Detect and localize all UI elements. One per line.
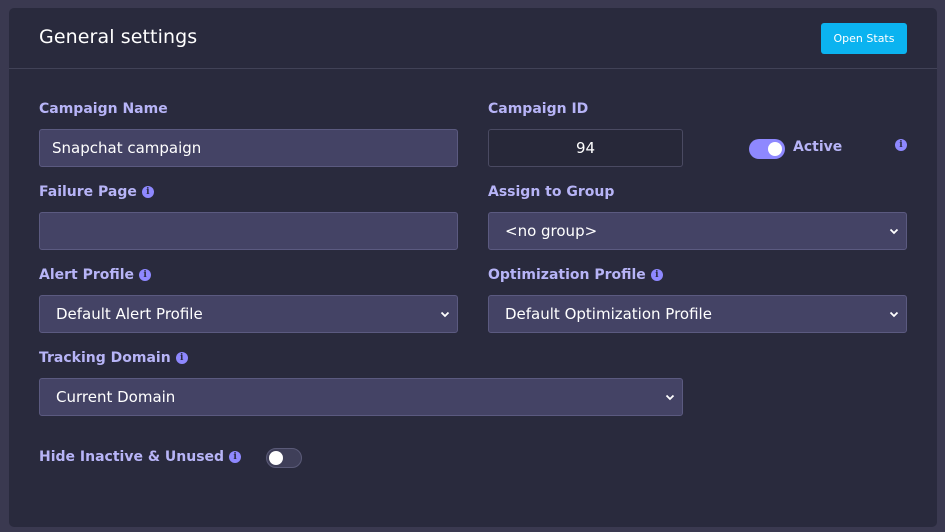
alert-profile-select[interactable]: Default Alert Profile xyxy=(39,295,458,333)
campaign-name-input[interactable]: Snapchat campaign xyxy=(39,129,458,167)
assign-group-value: <no group> xyxy=(505,222,598,240)
general-settings-panel: General settings Open Stats Campaign Nam… xyxy=(9,8,937,527)
optimization-profile-info-icon[interactable]: i xyxy=(650,269,663,281)
active-info-icon[interactable]: i xyxy=(895,139,907,151)
alert-profile-info-icon[interactable]: i xyxy=(139,269,152,281)
alert-profile-label-text: Alert Profile xyxy=(39,267,135,283)
optimization-profile-label-text: Optimization Profile xyxy=(488,267,646,283)
assign-group-select[interactable]: <no group> xyxy=(488,212,907,250)
panel-header: General settings Open Stats xyxy=(9,8,937,69)
tracking-domain-info-icon[interactable]: i xyxy=(175,352,188,364)
assign-group-label-text: Assign to Group xyxy=(488,184,615,200)
hide-inactive-info-icon[interactable]: i xyxy=(229,451,242,463)
hide-inactive-toggle-knob xyxy=(269,451,283,465)
tracking-domain-label: Tracking Domain i xyxy=(39,350,188,366)
failure-page-info-icon[interactable]: i xyxy=(141,186,154,198)
active-label: Active xyxy=(793,139,843,155)
hide-inactive-label: Hide Inactive & Unused i xyxy=(39,449,242,465)
failure-page-input[interactable] xyxy=(39,212,458,250)
tracking-domain-value: Current Domain xyxy=(56,388,176,406)
hide-inactive-toggle[interactable] xyxy=(266,448,302,468)
optimization-profile-select[interactable]: Default Optimization Profile xyxy=(488,295,907,333)
failure-page-label: Failure Page i xyxy=(39,184,154,200)
chevron-down-icon xyxy=(440,311,450,318)
campaign-name-label: Campaign Name xyxy=(39,101,168,117)
tracking-domain-select[interactable]: Current Domain xyxy=(39,378,683,416)
assign-group-label: Assign to Group xyxy=(488,184,614,200)
active-toggle-knob xyxy=(768,142,782,156)
optimization-profile-label: Optimization Profile i xyxy=(488,267,663,283)
chevron-down-icon xyxy=(889,228,899,235)
failure-page-label-text: Failure Page xyxy=(39,184,137,200)
campaign-name-value: Snapchat campaign xyxy=(52,139,202,157)
alert-profile-label: Alert Profile i xyxy=(39,267,152,283)
page-title: General settings xyxy=(39,26,198,48)
alert-profile-value: Default Alert Profile xyxy=(56,305,203,323)
open-stats-button[interactable]: Open Stats xyxy=(821,23,907,54)
tracking-domain-label-text: Tracking Domain xyxy=(39,350,171,366)
active-toggle[interactable] xyxy=(749,139,785,159)
campaign-id-label: Campaign ID xyxy=(488,101,588,117)
campaign-name-label-text: Campaign Name xyxy=(39,101,168,117)
chevron-down-icon xyxy=(665,394,675,401)
campaign-id-value: 94 xyxy=(575,139,596,157)
campaign-id-label-text: Campaign ID xyxy=(488,101,589,117)
optimization-profile-value: Default Optimization Profile xyxy=(505,305,712,323)
chevron-down-icon xyxy=(889,311,899,318)
campaign-id-field: 94 xyxy=(488,129,683,167)
hide-inactive-label-text: Hide Inactive & Unused xyxy=(39,449,225,465)
